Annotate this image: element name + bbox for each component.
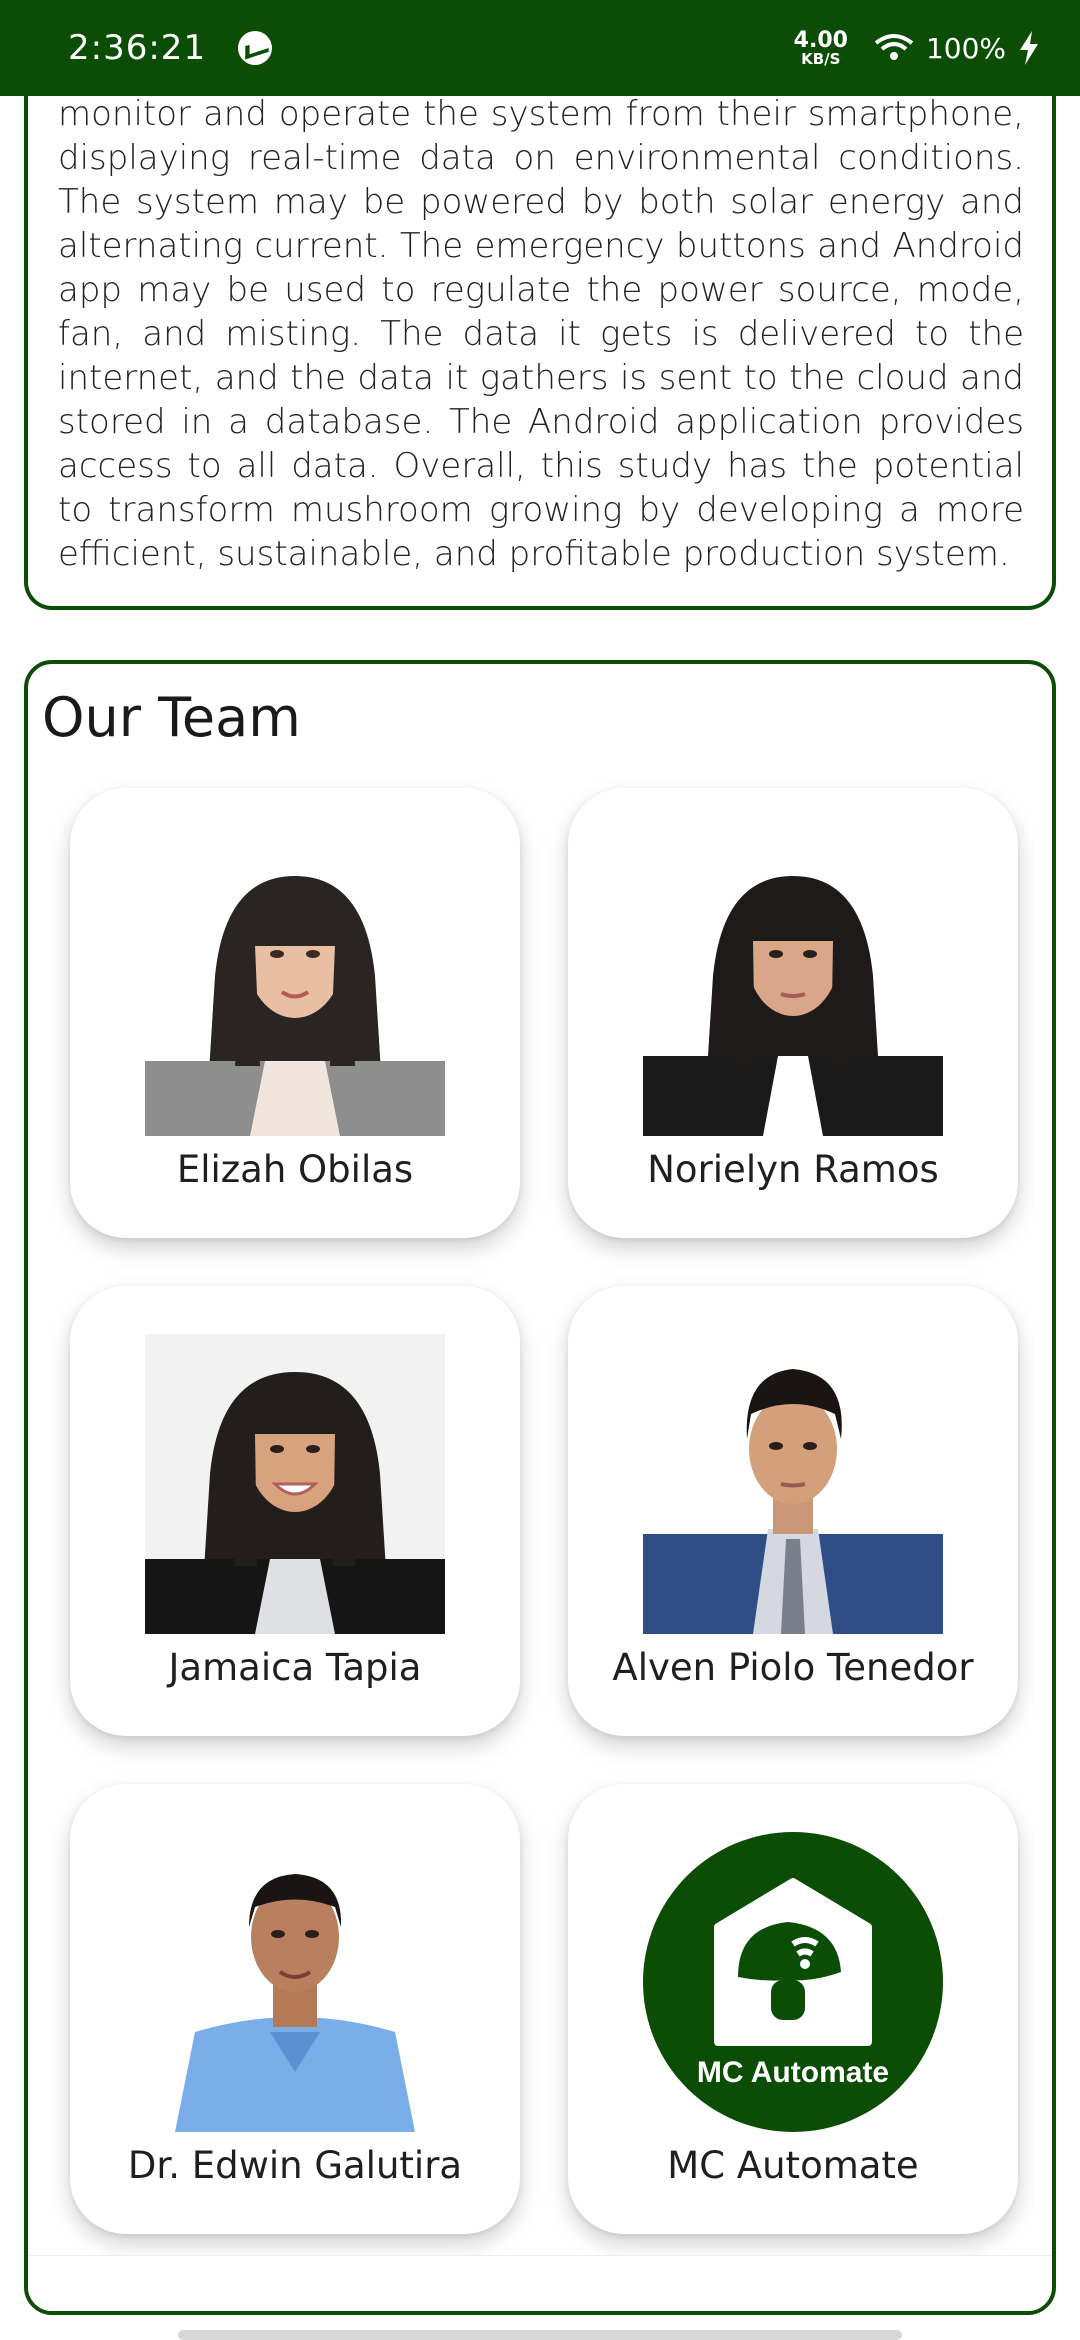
member-photo (643, 1334, 943, 1634)
member-photo (145, 836, 445, 1136)
logo-text: MC Automate (696, 2056, 890, 2089)
team-section-footer (28, 2255, 1052, 2311)
team-member-card[interactable]: Dr. Edwin Galutira (70, 1784, 520, 2234)
project-description-text: monitor and operate the system from thei… (58, 94, 1024, 574)
member-name: Dr. Edwin Galutira (127, 2144, 463, 2187)
our-team-section: Our Team Elizah Obilas Norielyn Ramos Ja… (24, 660, 1056, 2315)
team-title: Our Team (42, 686, 301, 749)
member-name: MC Automate (667, 2144, 919, 2187)
status-time: 2:36:21 (68, 28, 207, 68)
status-bar: 2:36:21 4.00 KB/S 100% (0, 0, 1080, 96)
battery-level: 100% (925, 31, 1006, 65)
member-photo (145, 1334, 445, 1634)
member-photo (643, 836, 943, 1136)
member-name: Alven Piolo Tenedor (612, 1646, 974, 1689)
team-member-card[interactable]: Norielyn Ramos (568, 788, 1018, 1238)
status-indicators: 4.00 KB/S 100% (793, 27, 1040, 68)
member-photo (145, 1832, 445, 2132)
network-speed: 4.00 KB/S (793, 27, 848, 68)
team-member-card[interactable]: Elizah Obilas (70, 788, 520, 1238)
team-member-card[interactable]: Alven Piolo Tenedor (568, 1286, 1018, 1736)
messenger-icon (238, 31, 273, 65)
member-name: Elizah Obilas (176, 1148, 414, 1191)
mc-automate-logo: MC Automate (643, 1832, 943, 2132)
member-name: Norielyn Ramos (647, 1148, 939, 1191)
member-name: Jamaica Tapia (168, 1646, 422, 1689)
network-speed-value: 4.00 (793, 27, 848, 53)
team-member-card[interactable]: MC Automate MC Automate (568, 1784, 1018, 2234)
network-speed-unit: KB/S (801, 49, 841, 68)
wifi-icon (874, 33, 914, 63)
project-description-card: monitor and operate the system from thei… (24, 40, 1056, 610)
charging-bolt-icon (1018, 31, 1040, 65)
team-member-card[interactable]: Jamaica Tapia (70, 1286, 520, 1736)
gesture-navigation-bar[interactable] (178, 2330, 902, 2340)
